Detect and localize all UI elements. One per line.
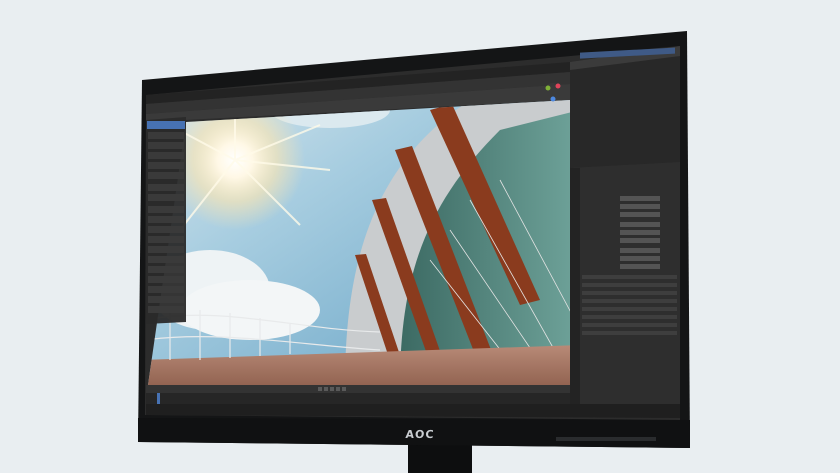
timeline-header[interactable]	[146, 385, 570, 393]
tool-active[interactable]	[147, 121, 185, 129]
cloud	[180, 280, 320, 340]
properties-tab-strip[interactable]	[570, 168, 580, 414]
timeline-track[interactable]	[146, 393, 570, 404]
monitor-buttons[interactable]	[556, 437, 656, 441]
timeline-playhead[interactable]	[157, 393, 160, 404]
monitor-scene	[138, 31, 690, 473]
viewport-render[interactable]	[140, 90, 580, 390]
properties-fields[interactable]	[620, 196, 660, 269]
brand-logo: AOC	[405, 428, 435, 441]
